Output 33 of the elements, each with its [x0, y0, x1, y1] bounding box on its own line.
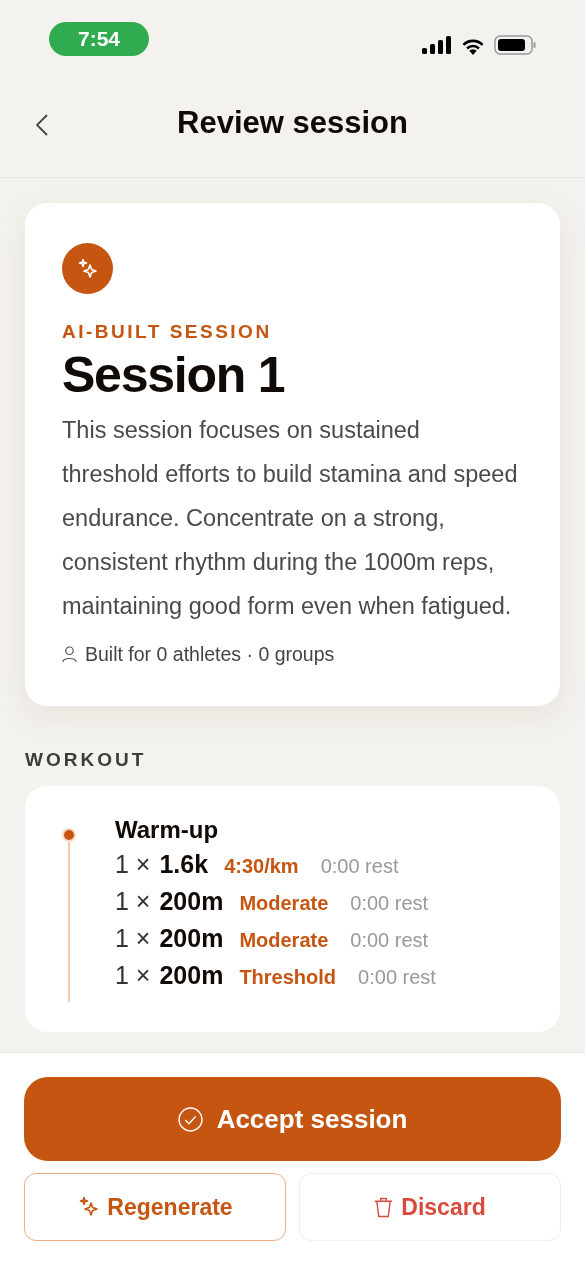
- page-title: Review session: [177, 104, 408, 143]
- session-description: This session focuses on sustained threshold efforts to build stamina and speed endurance. Concentrate on a strong, consistent rhythm during the 1000m reps, maintaining good form even when fatigued.: [62, 416, 519, 622]
- set-distance: 200m: [159, 923, 224, 954]
- discard-button[interactable]: Discard: [299, 1173, 561, 1241]
- accept-button[interactable]: Accept session: [24, 1077, 561, 1161]
- set-target: 4:30/km: [224, 854, 299, 879]
- built-for-text: Built for 0 athletes · 0 groups: [85, 642, 335, 668]
- status-time: 7:54: [49, 22, 149, 56]
- back-icon: [36, 114, 48, 136]
- section-label: WORKOUT: [25, 747, 148, 772]
- trash-icon: [374, 1196, 394, 1218]
- set-rest: 0:00 rest: [350, 891, 429, 916]
- set-distance: 200m: [159, 960, 224, 991]
- person-icon: [62, 646, 77, 664]
- session-title: Session 1: [62, 345, 286, 405]
- battery-icon: [494, 35, 536, 55]
- signal-icon: [422, 36, 452, 54]
- eyebrow-label: AI-BUILT SESSION: [62, 320, 273, 344]
- set-rest: 0:00 rest: [358, 965, 436, 990]
- set-distance: 1.6k: [159, 849, 209, 880]
- set-count: 1 ×: [115, 960, 151, 991]
- set-target: Threshold: [239, 965, 337, 990]
- regenerate-button[interactable]: Regenerate: [24, 1173, 286, 1241]
- check-circle-icon: [177, 1106, 203, 1132]
- set-target: Moderate: [239, 891, 329, 916]
- set-count: 1 ×: [115, 923, 151, 954]
- block-title: Warm-up: [115, 815, 220, 845]
- set-count: 1 ×: [115, 886, 151, 917]
- set-distance: 200m: [159, 886, 224, 917]
- set-target: Moderate: [239, 928, 329, 953]
- set-rest: 0:00 rest: [320, 854, 399, 879]
- set-count: 1 ×: [115, 849, 151, 880]
- set-rest: 0:00 rest: [350, 928, 429, 953]
